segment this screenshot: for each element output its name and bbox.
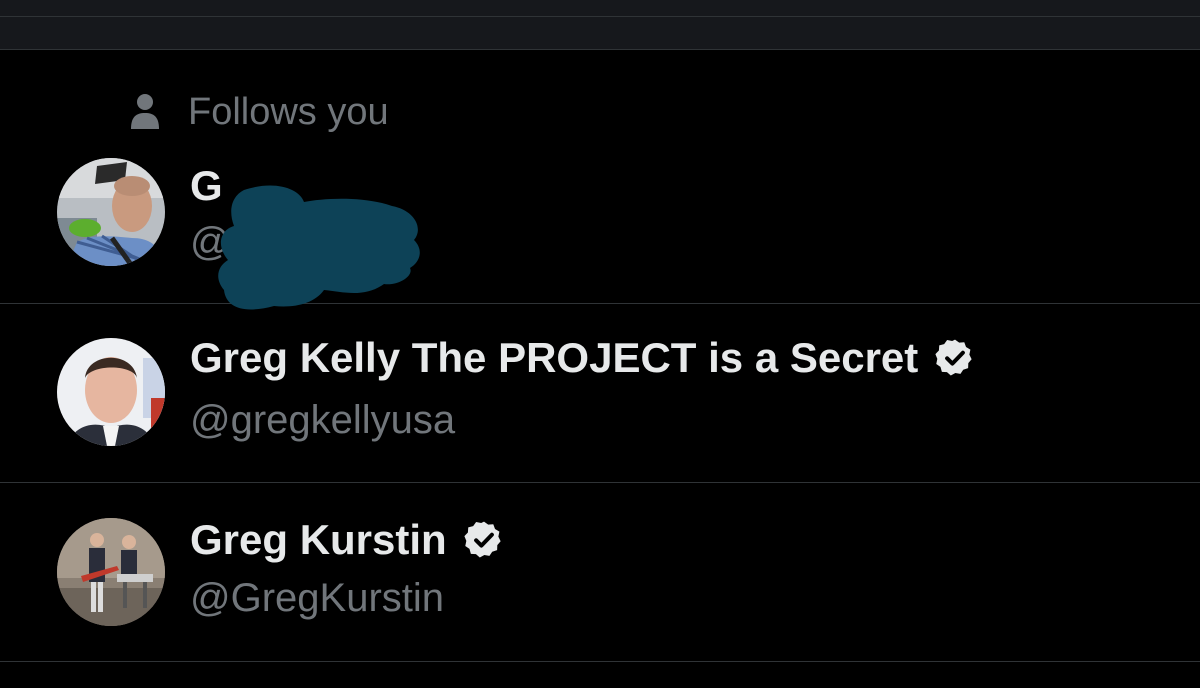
user-handle-text: @GregKurstin (190, 576, 445, 620)
avatar[interactable] (57, 518, 165, 626)
avatar[interactable] (57, 158, 165, 266)
user-row[interactable]: Greg Kelly The PROJECT is a Secret @greg… (0, 304, 1200, 483)
display-name: Greg Kelly The PROJECT is a Secret (190, 334, 976, 382)
display-name-text: Greg Kelly The PROJECT is a Secret (190, 334, 919, 381)
user-handle-text: @gregkellyusa (190, 398, 456, 442)
display-name-text: Greg Kurstin (190, 516, 447, 563)
top-bar (0, 0, 1200, 50)
user-handle: @GregKurstin (190, 576, 444, 621)
display-name: Greg Kurstin (190, 516, 505, 564)
verified-badge-icon (464, 521, 501, 558)
user-row[interactable]: Follows you G @ (0, 50, 1200, 310)
user-handle: @gregkellyusa (190, 398, 455, 443)
top-bar-divider (0, 16, 1200, 17)
redaction-scribble (218, 185, 420, 310)
user-row[interactable]: Greg Kurstin @GregKurstin (0, 483, 1200, 662)
person-icon (131, 94, 159, 129)
avatar[interactable] (57, 338, 165, 446)
follows-you-indicator: Follows you (130, 90, 389, 134)
verified-badge-icon (935, 339, 972, 376)
follows-you-label: Follows you (188, 90, 389, 133)
